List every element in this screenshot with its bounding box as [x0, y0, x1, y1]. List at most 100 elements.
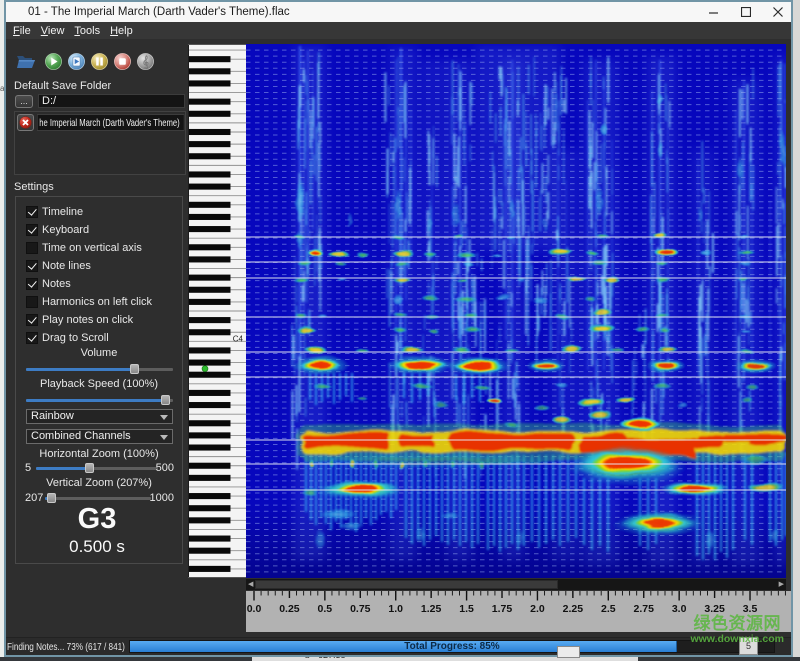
titlebar[interactable]: 01 - The Imperial March (Darth Vader's T…: [6, 2, 791, 22]
checkbox-label: Timeline: [42, 206, 83, 218]
timeline-tick-label: 0.5: [318, 603, 333, 615]
menu-help[interactable]: Help: [105, 24, 138, 38]
volume-slider[interactable]: [26, 364, 173, 374]
open-folder-icon[interactable]: [16, 53, 36, 70]
checkmark-icon[interactable]: [26, 332, 38, 344]
scrollbar-thumb[interactable]: [255, 580, 558, 589]
empty-checkbox-icon[interactable]: [26, 296, 38, 308]
checkmark-icon[interactable]: [26, 224, 38, 236]
timeline-tick-label: 2.0: [530, 603, 545, 615]
timeline-tick-label: 1.5: [459, 603, 474, 615]
settings-label: Settings: [14, 181, 54, 193]
minimize-button[interactable]: [705, 3, 723, 21]
menu-file[interactable]: File: [8, 24, 36, 38]
slider-track-filled: [36, 467, 89, 470]
checkbox-label: Drag to Scroll: [42, 332, 109, 344]
channels-value: Combined Channels: [31, 430, 131, 442]
checkmark-icon[interactable]: [26, 278, 38, 290]
active-note-dot: [202, 366, 208, 372]
checkbox-label: Time on vertical axis: [42, 242, 142, 254]
pause-icon[interactable]: [91, 53, 108, 70]
background-fragment-box: [557, 646, 580, 658]
status-bar: Finding Notes... 73% (617 / 841) Total P…: [6, 637, 791, 655]
horizontal-scrollbar[interactable]: ◀ ▶: [246, 579, 786, 590]
empty-checkbox-icon[interactable]: [26, 242, 38, 254]
background-fragment-box2: 5: [739, 637, 758, 655]
checkbox-keyboard[interactable]: Keyboard: [26, 224, 89, 236]
checkbox-harmonics-on-left-click[interactable]: Harmonics on left click: [26, 296, 152, 308]
default-save-folder-label: Default Save Folder: [14, 80, 111, 92]
treble-clef-icon[interactable]: 𝄞: [137, 53, 154, 70]
scroll-left-icon[interactable]: ◀: [248, 581, 253, 589]
checkbox-drag-to-scroll[interactable]: Drag to Scroll: [26, 332, 109, 344]
play-file-icon[interactable]: [68, 53, 85, 70]
window-controls: [705, 2, 787, 22]
timeline-tick-label: 2.5: [601, 603, 616, 615]
checkbox-note-lines[interactable]: Note lines: [26, 260, 91, 272]
play-icon[interactable]: [45, 53, 62, 70]
channels-select[interactable]: Combined Channels: [26, 429, 173, 444]
checkbox-label: Notes: [42, 278, 71, 290]
slider-track-filled: [26, 399, 165, 402]
current-note-value: G3: [6, 503, 188, 536]
timeline-tick-label: 1.25: [421, 603, 442, 615]
file-name-field[interactable]: he Imperial March (Darth Vader's Theme): [37, 114, 184, 131]
slider-handle[interactable]: [161, 395, 170, 405]
piano-keyboard[interactable]: C4: [188, 44, 247, 578]
hzoom-max: 500: [156, 462, 174, 474]
timeline-tick-label: 3.25: [704, 603, 725, 615]
menu-view[interactable]: View: [36, 24, 70, 38]
save-path-field[interactable]: D:/: [38, 94, 185, 108]
status-text: Finding Notes... 73% (617 / 841): [7, 641, 125, 653]
playback-speed-slider[interactable]: [26, 395, 173, 405]
current-time-value: 0.500 s: [6, 537, 188, 557]
stop-icon[interactable]: [114, 53, 131, 70]
chevron-down-icon: [160, 435, 168, 440]
slider-track-empty: [134, 368, 174, 371]
checkbox-label: Keyboard: [42, 224, 89, 236]
c4-key-label: C4: [233, 334, 244, 343]
timeline-tick-label: 3.0: [672, 603, 687, 615]
file-list: he Imperial March (Darth Vader's Theme): [14, 111, 186, 175]
maximize-button[interactable]: [737, 3, 755, 21]
total-progress-bar: Total Progress: 85%: [129, 640, 775, 653]
svg-text:𝄞: 𝄞: [142, 54, 149, 68]
timeline-tick-label: 0.75: [350, 603, 371, 615]
checkmark-icon[interactable]: [26, 260, 38, 272]
checkbox-play-notes-on-click[interactable]: Play notes on click: [26, 314, 133, 326]
close-button[interactable]: [769, 3, 787, 21]
timeline-tick-label: 2.75: [634, 603, 655, 615]
vertical-zoom-slider[interactable]: [45, 493, 151, 503]
checkbox-label: Play notes on click: [42, 314, 133, 326]
slider-handle[interactable]: [85, 463, 94, 473]
checkbox-notes[interactable]: Notes: [26, 278, 71, 290]
slider-handle[interactable]: [130, 364, 139, 374]
checkmark-icon[interactable]: [26, 206, 38, 218]
timeline-tick-label: 0.0: [247, 603, 262, 615]
horizontal-zoom-label: Horizontal Zoom (100%): [16, 448, 182, 460]
color-scheme-select[interactable]: Rainbow: [26, 409, 173, 424]
scroll-right-icon[interactable]: ▶: [779, 581, 784, 589]
timeline-tick-label: 1.0: [388, 603, 403, 615]
spectrogram[interactable]: [246, 44, 786, 578]
horizontal-zoom-slider[interactable]: [36, 463, 158, 473]
color-scheme-value: Rainbow: [31, 410, 74, 422]
remove-file-button[interactable]: [17, 114, 34, 131]
menubar: FileViewToolsHelp: [6, 22, 791, 39]
menu-tools[interactable]: Tools: [69, 24, 105, 38]
progress-label: Total Progress: 85%: [130, 641, 774, 652]
slider-track-empty: [89, 467, 158, 470]
desktop-right-strip: [793, 0, 800, 661]
checkbox-timeline[interactable]: Timeline: [26, 206, 83, 218]
browse-button[interactable]: ...: [15, 95, 33, 108]
slider-track-empty: [51, 497, 151, 500]
timeline-tick-label: 3.5: [743, 603, 758, 615]
desktop: a b - 627.38 01 - The Imperial March (Da…: [0, 0, 800, 661]
slider-handle[interactable]: [47, 493, 56, 503]
timeline-tick-label: 2.25: [563, 603, 584, 615]
checkbox-time-on-vertical-axis[interactable]: Time on vertical axis: [26, 242, 142, 254]
checkmark-icon[interactable]: [26, 314, 38, 326]
timeline-ruler[interactable]: 0.00.250.50.751.01.251.51.752.02.252.52.…: [246, 591, 791, 632]
vertical-zoom-label: Vertical Zoom (207%): [16, 477, 182, 489]
app-window: 01 - The Imperial March (Darth Vader's T…: [4, 0, 793, 657]
